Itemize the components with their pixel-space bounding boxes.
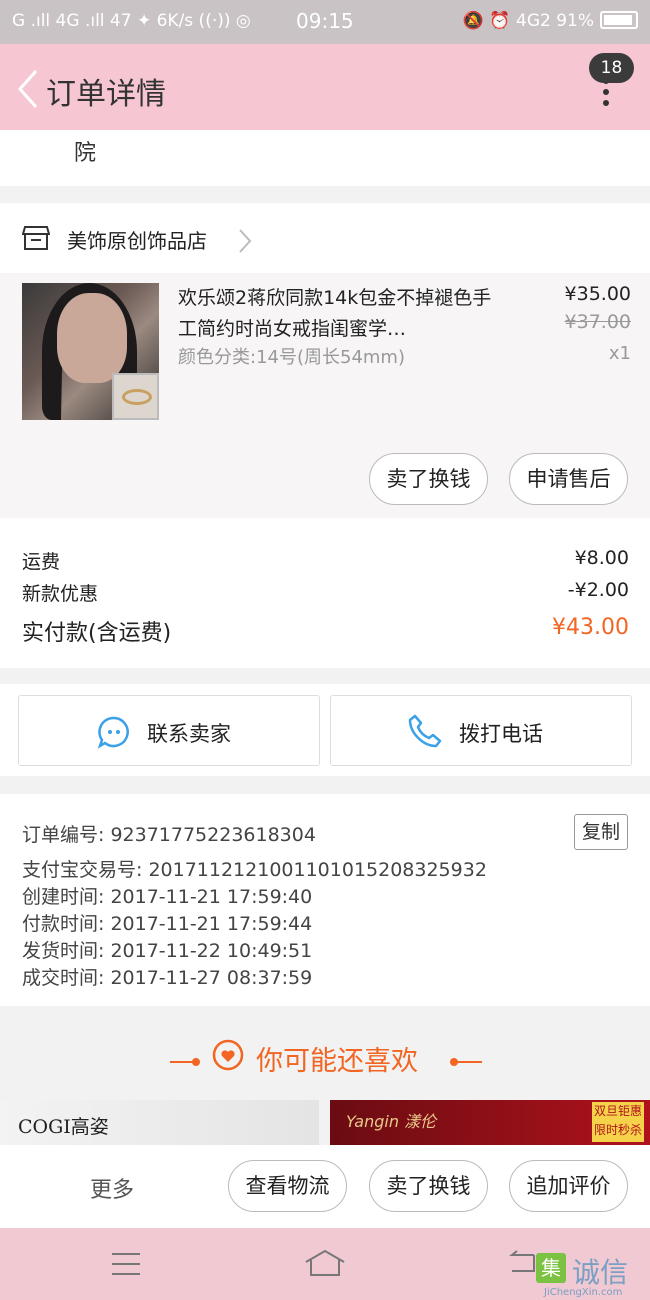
- more-button[interactable]: 更多: [90, 1172, 134, 1204]
- status-bar: G .ıll 4G .ıll 47 ✦ 6K/s ((·)) ◎ 09:15 🔕…: [0, 0, 650, 44]
- alipay-number: 支付宝交易号: 2017112121001101015208325932: [22, 859, 487, 881]
- paid-label: 实付款(含运费): [22, 621, 172, 646]
- home-icon[interactable]: [303, 1248, 347, 1278]
- back-nav-icon[interactable]: [506, 1250, 536, 1272]
- product-quantity: x1: [608, 343, 631, 364]
- discount-value: -¥2.00: [567, 579, 629, 601]
- logistics-button[interactable]: 查看物流: [228, 1160, 347, 1212]
- banner-yangin-text: Yangin 漾伦: [346, 1112, 437, 1131]
- chevron-right-icon: [239, 229, 252, 253]
- order-number: 订单编号: 92371775223618304: [22, 824, 316, 846]
- shipped-time: 发货时间: 2017-11-22 10:49:51: [22, 940, 313, 962]
- original-price: ¥37.00: [564, 311, 631, 333]
- completed-time: 成交时间: 2017-11-27 08:37:59: [22, 967, 313, 989]
- created-time: 创建时间: 2017-11-21 17:59:40: [22, 886, 313, 908]
- status-time: 09:15: [296, 9, 354, 33]
- recommend-banner-yangin[interactable]: Yangin 漾伦 双旦钜惠 限时秒杀: [330, 1100, 650, 1145]
- watermark-box: 集: [536, 1253, 566, 1283]
- status-right: 🔕 ⏰ 4G2 91%: [463, 11, 638, 31]
- paid-value: ¥43.00: [552, 615, 629, 640]
- cost-summary: 运费 ¥8.00 新款优惠 -¥2.00 实付款(含运费) ¥43.00: [0, 518, 650, 668]
- watermark-en: JiChengXin.com: [544, 1287, 623, 1298]
- phone-icon: [408, 714, 442, 748]
- message-badge[interactable]: 18: [589, 53, 634, 83]
- watermark-logo: 集 诚信 JiChengXin.com: [536, 1253, 650, 1300]
- back-icon[interactable]: [14, 69, 44, 109]
- contact-actions: 联系卖家 拨打电话: [0, 684, 650, 776]
- bottom-action-bar: 更多 查看物流 卖了换钱 追加评价: [0, 1145, 650, 1228]
- shipping-value: ¥8.00: [574, 547, 629, 569]
- add-review-button[interactable]: 追加评价: [509, 1160, 628, 1212]
- address-section: 院: [0, 130, 650, 186]
- call-button[interactable]: 拨打电话: [330, 695, 632, 766]
- store-row[interactable]: 美饰原创饰品店: [0, 203, 650, 273]
- call-label: 拨打电话: [459, 722, 543, 746]
- banner-cogi-text: COGI高姿: [18, 1116, 109, 1138]
- discount-label: 新款优惠: [22, 583, 99, 605]
- banner-promo-badge: 双旦钜惠 限时秒杀: [592, 1102, 644, 1142]
- battery-icon: [600, 11, 638, 29]
- status-right-text: 🔕 ⏰ 4G2 91%: [462, 11, 594, 31]
- recommend-header: 你可能还喜欢: [0, 1006, 650, 1098]
- contact-seller-button[interactable]: 联系卖家: [18, 695, 320, 766]
- recommend-banner-cogi[interactable]: COGI高姿: [0, 1100, 319, 1145]
- menu-icon[interactable]: [110, 1252, 142, 1276]
- product-price: ¥35.00: [564, 283, 631, 305]
- after-sale-button[interactable]: 申请售后: [509, 453, 628, 505]
- status-left: G .ıll 4G .ıll 47 ✦ 6K/s ((·)) ◎: [12, 11, 251, 31]
- heart-icon: [212, 1039, 244, 1071]
- recommend-title: 你可能还喜欢: [256, 1046, 418, 1077]
- title-bar: 订单详情 18: [0, 44, 650, 130]
- chat-icon: [97, 716, 129, 749]
- order-item[interactable]: 欢乐颂2蒋欣同款14k包金不掉褪色手工简约时尚女戒指闺蜜学… 颜色分类:14号(…: [0, 273, 650, 518]
- store-name: 美饰原创饰品店: [67, 229, 207, 253]
- shipping-label: 运费: [22, 551, 61, 573]
- copy-button[interactable]: 复制: [574, 814, 628, 850]
- product-variant: 颜色分类:14号(周长54mm): [178, 347, 405, 368]
- paid-time: 付款时间: 2017-11-21 17:59:44: [22, 913, 313, 935]
- watermark-cn: 诚信: [572, 1256, 629, 1289]
- page-title: 订单详情: [46, 77, 166, 112]
- order-info: 订单编号: 92371775223618304 复制 支付宝交易号: 20171…: [0, 794, 650, 1006]
- product-image[interactable]: [22, 283, 159, 420]
- contact-seller-label: 联系卖家: [147, 722, 231, 746]
- resell-button-bottom[interactable]: 卖了换钱: [369, 1160, 488, 1212]
- product-title[interactable]: 欢乐颂2蒋欣同款14k包金不掉褪色手工简约时尚女戒指闺蜜学…: [178, 283, 498, 345]
- resell-button[interactable]: 卖了换钱: [369, 453, 488, 505]
- store-icon: [22, 226, 50, 250]
- address-text: 院: [74, 141, 97, 166]
